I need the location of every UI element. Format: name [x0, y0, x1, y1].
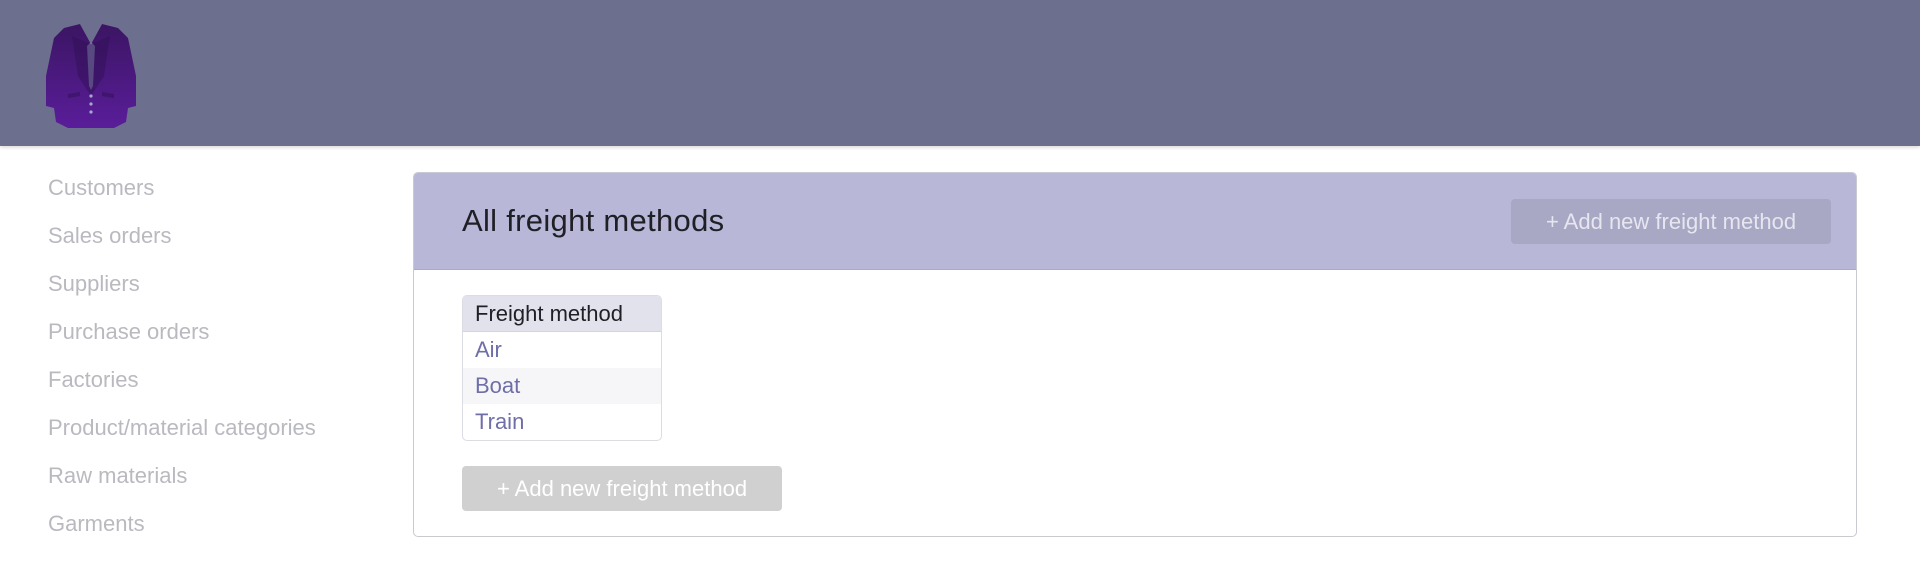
table-row: Train	[463, 404, 661, 440]
top-bar	[0, 0, 1920, 146]
sidebar-item-sales-orders[interactable]: Sales orders	[48, 212, 368, 260]
page-title: All freight methods	[462, 203, 725, 238]
table-row: Air	[463, 332, 661, 368]
sidebar-item-customers[interactable]: Customers	[48, 164, 368, 212]
sidebar-item-suppliers[interactable]: Suppliers	[48, 260, 368, 308]
add-freight-method-button[interactable]: + Add new freight method	[1511, 199, 1831, 244]
freight-method-link-air[interactable]: Air	[475, 337, 502, 362]
table-row: Boat	[463, 368, 661, 404]
table-header-row: Freight method	[463, 296, 661, 332]
add-freight-method-bottom-button[interactable]: + Add new freight method	[462, 466, 782, 511]
jacket-logo-icon[interactable]	[44, 24, 138, 128]
sidebar-item-raw-materials[interactable]: Raw materials	[48, 452, 368, 500]
sidebar-item-product-material-categories[interactable]: Product/material categories	[48, 404, 368, 452]
table-cell: Boat	[463, 368, 661, 404]
table-cell: Train	[463, 404, 661, 440]
sidebar-item-garments[interactable]: Garments	[48, 500, 368, 548]
freight-methods-table: Freight method Air Boat Train	[462, 295, 662, 441]
panel-header: All freight methods + Add new freight me…	[414, 173, 1856, 270]
sidebar: Customers Sales orders Suppliers Purchas…	[48, 164, 368, 548]
freight-method-link-boat[interactable]: Boat	[475, 373, 520, 398]
freight-methods-panel: All freight methods + Add new freight me…	[413, 172, 1857, 537]
table-cell: Air	[463, 332, 661, 368]
sidebar-item-purchase-orders[interactable]: Purchase orders	[48, 308, 368, 356]
column-header-freight-method: Freight method	[463, 296, 661, 332]
freight-method-link-train[interactable]: Train	[475, 409, 524, 434]
sidebar-item-factories[interactable]: Factories	[48, 356, 368, 404]
